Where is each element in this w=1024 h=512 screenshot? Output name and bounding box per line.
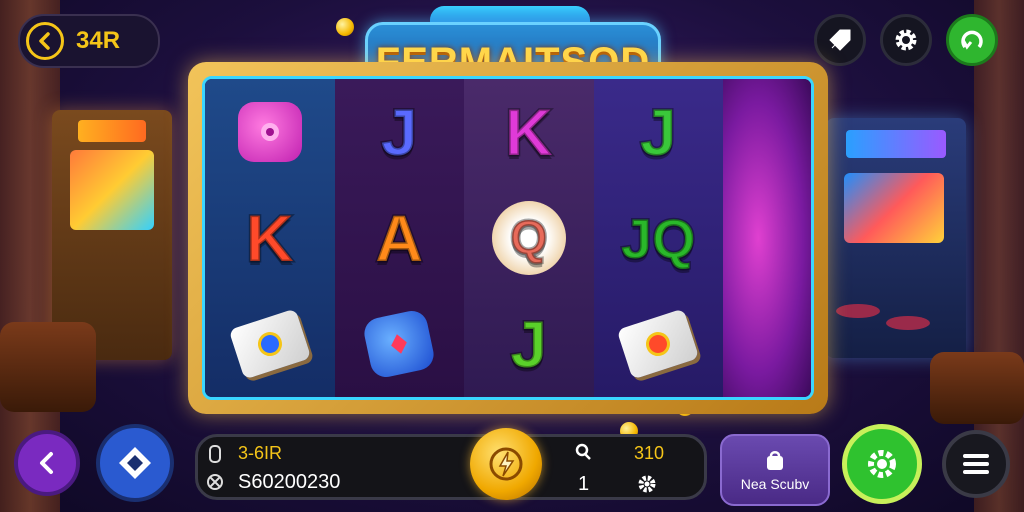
symbol-cell: K [222,194,318,282]
reel-1: K [205,79,335,397]
symbol-letter: J [638,94,678,171]
symbol-cell: A [351,194,447,282]
arcade-marquee [78,120,146,142]
promo-label: Nea Scubv [740,476,810,492]
symbol-cell: J [610,88,706,176]
reel-2: J A [334,79,464,397]
rocket-icon [829,29,851,51]
gear-icon [895,29,917,51]
reels-frame: K J A K Q J J JQ [188,62,828,414]
gear-icon[interactable] [636,473,658,495]
symbol-cell: J [351,88,447,176]
menu-button[interactable] [942,430,1010,498]
lines-value: 1 [578,473,590,495]
symbol-cell: JQ [610,194,706,282]
refresh-button[interactable] [946,14,998,66]
bonus-side-panel [723,79,811,397]
promo-button[interactable]: Nea Scubv [720,434,830,506]
pink-gem-symbol-icon [237,102,302,162]
boost-button[interactable] [814,14,866,66]
barrel [930,352,1024,424]
reels-window: K J A K Q J J JQ [202,76,814,400]
symbol-cell [610,300,706,388]
chevron-left-icon [40,452,53,474]
symbol-letter: JQ [619,205,697,271]
back-button[interactable]: 34R [18,14,160,68]
bet-icon [207,474,223,490]
reel-3: K Q J [464,79,594,397]
floating-coin [336,18,354,36]
symbol-cell: K [481,88,577,176]
lines-label: 310 [634,443,665,463]
symbol-letter: Q [509,210,549,266]
reels: K J A K Q J J JQ [205,79,723,397]
back-nav-button[interactable] [14,430,80,496]
refresh-icon [961,30,983,50]
diamond-icon [119,447,151,479]
balance-value: S60200230 [238,471,341,493]
symbol-letter: K [244,200,295,277]
info-bar: 3-6IR S60200230 310 1 [195,434,707,500]
symbol-cell [222,88,318,176]
hamburger-menu-icon [963,454,989,474]
symbol-letter: J [379,94,419,171]
lightning-icon [489,447,523,481]
back-arrow-icon [26,22,64,60]
settings-button[interactable] [880,14,932,66]
symbol-letter: K [503,94,554,171]
back-label: 34R [76,27,121,54]
q-symbol-coin: Q [491,201,566,275]
barrel [0,322,96,412]
dice-symbol-icon [228,308,312,380]
dice-symbol-icon [616,308,700,380]
wallet-icon [209,445,221,463]
symbol-cell [222,300,318,388]
autoplay-badge[interactable] [470,428,542,500]
symbol-cell: J [481,300,577,388]
gift-bag-icon [767,451,783,470]
spin-button[interactable] [842,424,922,504]
arcade-screen [70,150,154,230]
arcade-marquee [846,130,946,158]
bar-stool [886,316,930,330]
reel-4: J JQ [593,79,723,397]
bet-mode-button[interactable] [96,424,174,502]
symbol-letter: A [374,200,425,277]
symbol-letter: J [509,306,549,383]
spin-icon [868,450,896,478]
bar-stool [836,304,880,318]
search-icon [575,443,591,460]
balance-label: 3-6IR [238,443,283,463]
arcade-screen [844,173,944,243]
symbol-cell [351,300,447,388]
symbol-cell: Q [481,194,577,282]
blue-gem-symbol-icon [361,308,437,380]
